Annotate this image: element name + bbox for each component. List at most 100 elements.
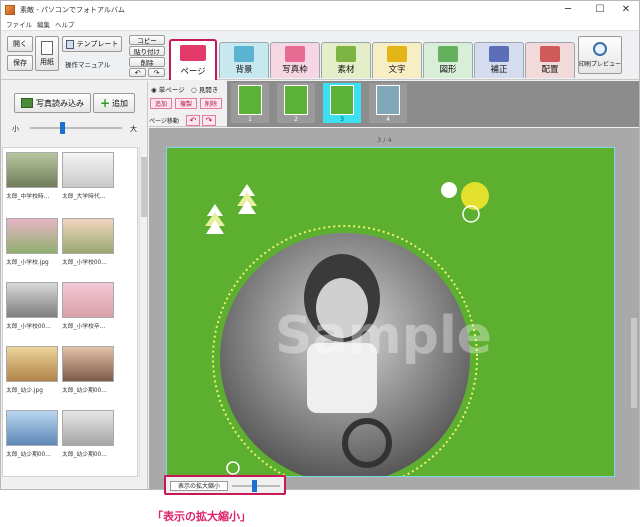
print-preview-button[interactable]: 印刷プレビュー bbox=[578, 36, 622, 74]
add-photo-button[interactable]: + 追加 bbox=[93, 93, 135, 113]
size-large-label: 大 bbox=[130, 125, 137, 133]
menu-help[interactable]: ヘルプ bbox=[55, 19, 75, 29]
magnifier-icon bbox=[593, 42, 607, 56]
delete-page-button[interactable]: 削除 bbox=[200, 98, 222, 109]
photo-thumbnail-list: 太郎_中学校時... 太郎_大学時代... 太郎_小学校.jpg 太郎_小学校0… bbox=[2, 147, 138, 477]
photo-caption: 太郎_中学校時... bbox=[6, 194, 50, 200]
photo-thumbnail[interactable] bbox=[62, 282, 114, 318]
page-preview bbox=[376, 85, 400, 115]
tree-icon bbox=[205, 204, 225, 234]
zoom-slider-handle[interactable] bbox=[251, 480, 257, 492]
page-bar: ◉ 単ページ ○ 見開き 追加 複製 削除 ページ移動 ↶ ↷ 1 2 3 4 bbox=[149, 81, 639, 127]
photo-caption: 太郎_大学時代... bbox=[62, 194, 106, 200]
tab-background[interactable]: 背景 bbox=[219, 42, 269, 78]
single-page-radio[interactable]: ◉ 単ページ bbox=[151, 84, 185, 94]
photo-caption: 太郎_小学校卒... bbox=[62, 324, 106, 330]
photo-thumbnail[interactable] bbox=[6, 410, 58, 446]
page-move-label: ページ移動 bbox=[149, 118, 179, 125]
zoom-control: 表示の拡大縮小 bbox=[164, 475, 286, 495]
photo-thumbnail[interactable] bbox=[6, 152, 58, 188]
shape-icon bbox=[438, 46, 458, 62]
spread-radio[interactable]: ○ 見開き bbox=[191, 84, 218, 94]
tab-shape[interactable]: 図形 bbox=[423, 42, 473, 78]
photo-caption: 太郎_幼少期00... bbox=[62, 452, 107, 458]
canvas-scrollbar[interactable] bbox=[631, 318, 637, 408]
album-page[interactable]: Sample bbox=[166, 147, 615, 477]
page-thumbnail-3[interactable]: 3 bbox=[323, 83, 361, 123]
photo-caption: 太郎_小学校00... bbox=[6, 324, 51, 330]
tab-material[interactable]: 素材 bbox=[321, 42, 371, 78]
correction-icon bbox=[489, 46, 509, 62]
menu-file[interactable]: ファイル bbox=[6, 19, 32, 29]
redo-button[interactable]: ↷ bbox=[148, 68, 165, 77]
zoom-slider[interactable] bbox=[232, 480, 280, 492]
duplicate-page-button[interactable]: 複製 bbox=[175, 98, 197, 109]
tab-text[interactable]: 文字 bbox=[372, 42, 422, 78]
undo-button[interactable]: ↶ bbox=[129, 68, 146, 77]
photo-thumbnail[interactable] bbox=[6, 282, 58, 318]
frame-icon bbox=[285, 46, 305, 62]
photo-thumbnail[interactable] bbox=[6, 218, 58, 254]
import-photo-label: 写真読み込み bbox=[36, 98, 84, 108]
thumb-size-slider[interactable] bbox=[30, 122, 122, 134]
photo-caption: 太郎_小学校00... bbox=[62, 260, 107, 266]
minimize-button[interactable]: ─ bbox=[553, 1, 583, 18]
text-icon bbox=[387, 46, 407, 62]
photo-caption: 太郎_幼少.jpg bbox=[6, 388, 43, 394]
decor-circle bbox=[441, 182, 457, 198]
page-indicator: 3 / 4 bbox=[377, 136, 392, 144]
move-page-next-button[interactable]: ↷ bbox=[202, 115, 216, 126]
layout-icon bbox=[540, 46, 560, 62]
page-artwork: Sample bbox=[205, 182, 492, 476]
template-icon bbox=[65, 39, 74, 49]
page-thumbnail-strip: 1 2 3 4 bbox=[227, 81, 639, 127]
title-bar: 素敵 - パソコンでフォトアルバム ─ ☐ ✕ bbox=[1, 1, 639, 18]
page-thumbnail-4[interactable]: 4 bbox=[369, 83, 407, 123]
tab-layout[interactable]: 配置 bbox=[525, 42, 575, 78]
decor-circle bbox=[226, 461, 240, 475]
page-thumbnail-1[interactable]: 1 bbox=[231, 83, 269, 123]
thumb-size-slider-handle[interactable] bbox=[60, 122, 66, 134]
page-thumbnail-2[interactable]: 2 bbox=[277, 83, 315, 123]
paper-button[interactable]: 用紙 bbox=[35, 36, 59, 71]
menu-edit[interactable]: 編集 bbox=[37, 19, 50, 29]
copy-button[interactable]: コピー bbox=[129, 35, 165, 45]
close-button[interactable]: ✕ bbox=[611, 1, 639, 18]
photo-thumbnail[interactable] bbox=[62, 346, 114, 382]
open-button[interactable]: 開く bbox=[7, 36, 33, 52]
app-icon bbox=[5, 4, 15, 15]
tab-page[interactable]: ページ bbox=[169, 39, 217, 80]
page-preview bbox=[330, 85, 354, 115]
manual-link[interactable]: 操作マニュアル bbox=[65, 59, 110, 69]
tab-correction[interactable]: 補正 bbox=[474, 42, 524, 78]
add-photo-label: 追加 bbox=[112, 98, 129, 108]
window-title: 素敵 - パソコンでフォトアルバム bbox=[20, 5, 125, 14]
tab-photo-frame[interactable]: 写真枠 bbox=[270, 42, 320, 78]
scrollbar-thumb[interactable] bbox=[141, 157, 147, 217]
paper-label: 用紙 bbox=[40, 57, 54, 66]
import-photo-button[interactable]: 写真読み込み bbox=[14, 93, 91, 113]
save-button[interactable]: 保存 bbox=[7, 55, 33, 71]
paste-button[interactable]: 貼り付け bbox=[129, 46, 165, 56]
sample-watermark: Sample bbox=[275, 306, 492, 366]
photo-icon bbox=[21, 98, 33, 108]
material-icon bbox=[336, 46, 356, 62]
photo-thumbnail[interactable] bbox=[62, 152, 114, 188]
menu-bar: ファイル 編集 ヘルプ bbox=[1, 18, 639, 31]
size-small-label: 小 bbox=[12, 125, 19, 133]
page-preview bbox=[284, 85, 308, 115]
zoom-label: 表示の拡大縮小 bbox=[170, 481, 228, 491]
paper-icon bbox=[41, 40, 53, 55]
photo-thumbnail[interactable] bbox=[6, 346, 58, 382]
tree-icon bbox=[237, 184, 257, 214]
delete-button[interactable]: 削除 bbox=[129, 57, 165, 67]
photo-thumbnail[interactable] bbox=[62, 410, 114, 446]
decor-circle bbox=[461, 182, 489, 210]
thumbnail-scrollbar[interactable] bbox=[139, 147, 147, 477]
photo-thumbnail[interactable] bbox=[62, 218, 114, 254]
add-page-button[interactable]: 追加 bbox=[150, 98, 172, 109]
book-icon bbox=[180, 45, 206, 61]
move-page-prev-button[interactable]: ↶ bbox=[186, 115, 200, 126]
app-window: 素敵 - パソコンでフォトアルバム ─ ☐ ✕ ファイル 編集 ヘルプ 開く 保… bbox=[0, 0, 640, 490]
template-button[interactable]: テンプレート bbox=[62, 36, 122, 52]
